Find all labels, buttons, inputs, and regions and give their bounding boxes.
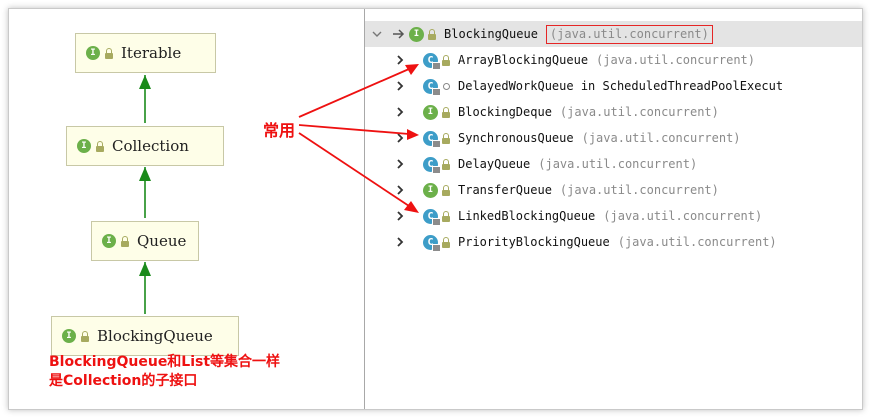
package-private-icon — [443, 82, 450, 90]
type-hierarchy-tree: I BlockingQueue (java.util.concurrent) C… — [365, 9, 862, 409]
tree-item-synchronousqueue[interactable]: C SynchronousQueue (java.util.concurrent… — [365, 125, 862, 151]
class-icon: C — [423, 156, 441, 174]
lock-icon — [442, 54, 450, 66]
lock-icon — [442, 132, 450, 144]
chevron-right-icon[interactable] — [395, 211, 405, 221]
tree-item-delayedworkqueue[interactable]: C DelayedWorkQueue in ScheduledThreadPoo… — [365, 73, 862, 99]
node-collection[interactable]: I Collection — [66, 126, 224, 166]
item-name: PriorityBlockingQueue — [458, 235, 610, 249]
item-package: (java.util.concurrent) — [596, 53, 755, 67]
chevron-right-icon[interactable] — [395, 133, 405, 143]
arrow-blockingqueue-to-queue — [139, 262, 151, 314]
interface-icon: I — [77, 139, 91, 153]
hierarchy-window: I Iterable I Collection I Queue I Blocki… — [8, 8, 863, 410]
lock-icon — [105, 47, 113, 59]
tree-item-transferqueue[interactable]: I TransferQueue (java.util.concurrent) — [365, 177, 862, 203]
node-blockingqueue[interactable]: I BlockingQueue — [51, 316, 239, 356]
interface-icon: I — [423, 104, 438, 120]
item-package: (java.util.concurrent) — [559, 105, 719, 119]
class-icon: C — [423, 208, 441, 226]
item-name: TransferQueue — [458, 183, 552, 197]
item-name: BlockingDeque — [458, 105, 552, 119]
lock-icon — [442, 184, 450, 196]
inheritance-arrow-icon — [393, 29, 405, 39]
note-line-1: BlockingQueue和List等集合一样 — [49, 354, 281, 370]
class-icon: C — [423, 52, 441, 70]
lock-icon — [121, 235, 129, 247]
tree-item-arrayblockingqueue[interactable]: C ArrayBlockingQueue (java.util.concurre… — [365, 47, 862, 73]
lock-icon — [442, 106, 450, 118]
chevron-down-icon[interactable] — [371, 28, 383, 40]
tree-item-blockingdeque[interactable]: I BlockingDeque (java.util.concurrent) — [365, 99, 862, 125]
chevron-right-icon[interactable] — [395, 237, 405, 247]
interface-icon: I — [62, 329, 76, 343]
item-name: SynchronousQueue — [458, 131, 574, 145]
arrow-collection-to-iterable — [139, 75, 151, 123]
item-name: DelayQueue — [458, 157, 531, 171]
subinterface-note: BlockingQueue和List等集合一样 是Collection的子接口 — [49, 353, 280, 391]
tree-item-linkedblockingqueue[interactable]: C LinkedBlockingQueue (java.util.concurr… — [365, 203, 862, 229]
lock-icon — [442, 210, 450, 222]
lock-icon — [81, 330, 89, 342]
class-icon: C — [423, 130, 441, 148]
node-label: Iterable — [121, 44, 182, 62]
lock-icon — [428, 28, 436, 40]
item-name: DelayedWorkQueue in ScheduledThreadPoolE… — [458, 79, 784, 93]
node-label: BlockingQueue — [97, 327, 213, 345]
tree-root-row[interactable]: I BlockingQueue (java.util.concurrent) — [365, 21, 862, 47]
class-icon: C — [423, 234, 441, 252]
item-package: (java.util.concurrent) — [559, 183, 719, 197]
tree-item-delayqueue[interactable]: C DelayQueue (java.util.concurrent) — [365, 151, 862, 177]
chevron-right-icon[interactable] — [395, 55, 405, 65]
interface-icon: I — [409, 26, 424, 42]
item-package: (java.util.concurrent) — [617, 235, 777, 249]
chevron-right-icon[interactable] — [395, 107, 405, 117]
interface-icon: I — [423, 182, 438, 198]
root-package-highlight: (java.util.concurrent) — [545, 24, 713, 44]
node-queue[interactable]: I Queue — [91, 221, 199, 261]
item-name: LinkedBlockingQueue — [458, 209, 596, 223]
item-name: ArrayBlockingQueue — [458, 53, 589, 67]
lock-icon — [96, 140, 104, 152]
node-label: Queue — [137, 232, 187, 250]
root-type-name: BlockingQueue — [444, 27, 538, 41]
tree-item-priorityblockingqueue[interactable]: C PriorityBlockingQueue (java.util.concu… — [365, 229, 862, 255]
interface-icon: I — [86, 46, 100, 60]
node-label: Collection — [112, 137, 189, 155]
chevron-right-icon[interactable] — [395, 185, 405, 195]
lock-icon — [442, 236, 450, 248]
node-iterable[interactable]: I Iterable — [75, 33, 216, 73]
subtype-list: C ArrayBlockingQueue (java.util.concurre… — [365, 47, 862, 255]
chevron-right-icon[interactable] — [395, 159, 405, 169]
uml-diagram-pane: I Iterable I Collection I Queue I Blocki… — [9, 9, 364, 409]
lock-icon — [442, 158, 450, 170]
arrow-queue-to-collection — [139, 167, 151, 218]
interface-icon: I — [102, 234, 116, 248]
item-package: (java.util.concurrent) — [603, 209, 763, 223]
class-icon: C — [423, 78, 441, 96]
chevron-right-icon[interactable] — [395, 81, 405, 91]
note-line-2: 是Collection的子接口 — [49, 373, 198, 389]
item-package: (java.util.concurrent) — [581, 131, 741, 145]
item-package: (java.util.concurrent) — [538, 157, 698, 171]
